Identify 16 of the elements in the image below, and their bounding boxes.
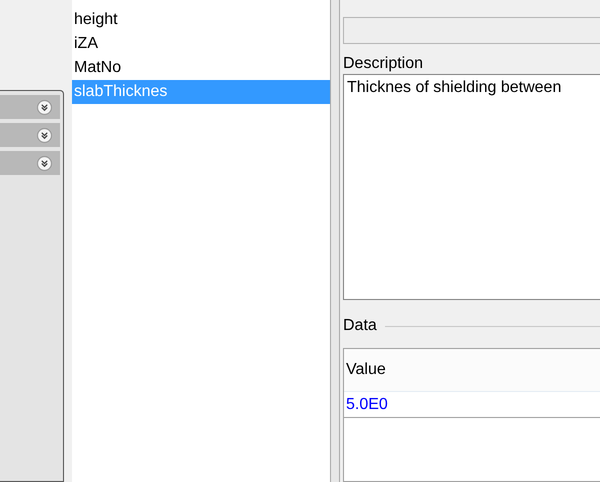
column-header[interactable]: Value <box>344 361 386 379</box>
table-cell[interactable]: 5.0E0 <box>344 396 388 414</box>
double-chevron-icon <box>37 156 52 170</box>
splitter[interactable] <box>330 0 340 482</box>
group-label: Data <box>343 317 377 335</box>
accordion-header[interactable] <box>0 95 60 119</box>
description-field[interactable]: Thicknes of shielding between <box>343 74 600 300</box>
accordion-header[interactable] <box>0 123 60 147</box>
list-item[interactable]: iZA <box>72 32 330 56</box>
field-label: Description <box>343 54 424 74</box>
list-item[interactable]: MatNo <box>72 56 330 80</box>
input-field[interactable] <box>343 17 600 44</box>
double-chevron-icon <box>37 128 52 142</box>
accordion-header[interactable] <box>0 151 60 175</box>
double-chevron-icon <box>37 100 52 114</box>
list-item[interactable]: height <box>72 8 330 32</box>
